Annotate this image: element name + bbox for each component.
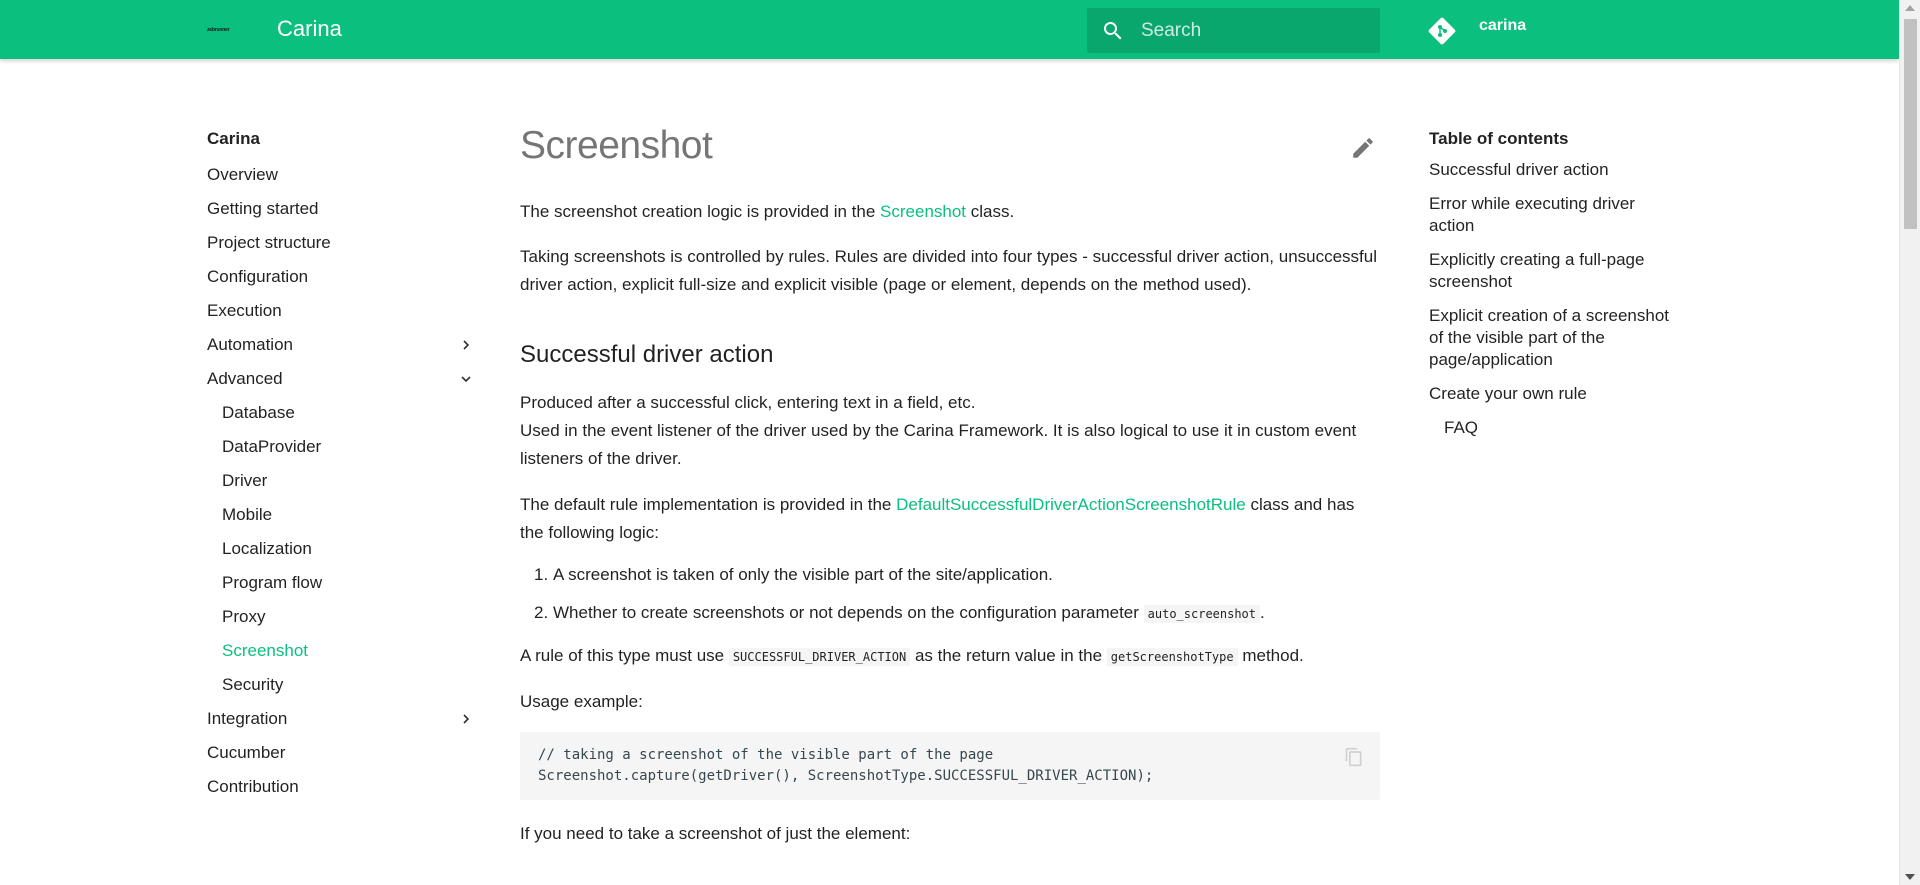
inline-code-get-screenshot-type: getScreenshotType [1106,648,1238,666]
element-paragraph: If you need to take a screenshot of just… [520,824,911,843]
code-content[interactable]: // taking a screenshot of the visible pa… [520,732,1380,800]
nav-item-localization[interactable]: Localization [207,532,472,566]
chevron-down-icon[interactable] [460,373,472,385]
toc-item-error-driver-action[interactable]: Error while executing driver action [1429,187,1684,243]
page-scrollbar[interactable] [1899,0,1920,885]
nav-title: Carina [207,129,260,148]
rule-type-text: A rule of this type must use [520,646,729,665]
logic-list: 1. A screenshot is taken of only the vis… [520,561,1380,637]
toc-item-full-page-screenshot[interactable]: Explicitly creating a full-page screensh… [1429,243,1684,299]
search-box[interactable] [1087,8,1380,53]
nav-item-dataprovider[interactable]: DataProvider [207,430,472,464]
table-of-contents: Table of contents Successful driver acti… [1429,124,1684,445]
default-rule-paragraph: The default rule implementation is provi… [520,491,1380,547]
list-text: Whether to create screenshots or not dep… [553,603,1144,622]
nav-item-label: Automation [207,335,293,354]
produced-line-2: Used in the event listener of the driver… [520,421,1357,468]
inline-code-auto-screenshot: auto_screenshot [1143,605,1261,623]
toc-item-visible-part-screenshot[interactable]: Explicit creation of a screenshot of the… [1429,299,1684,377]
git-icon [1428,17,1456,45]
nav-item-database[interactable]: Database [207,396,472,430]
nav-item-contribution[interactable]: Contribution [207,770,472,804]
inline-code-successful-driver-action: SUCCESSFUL_DRIVER_ACTION [728,648,911,666]
rule-type-paragraph: A rule of this type must use SUCCESSFUL_… [520,642,1380,671]
usage-label: Usage example: [520,692,643,711]
site-title[interactable]: Carina [277,15,342,43]
code-line: Screenshot.capture(getDriver(), Screensh… [538,768,1154,784]
site-logo[interactable]: zebrunner [207,25,235,35]
nav-item-cucumber[interactable]: Cucumber [207,736,472,770]
nav-item-label: Integration [207,709,288,728]
nav-item-program-flow[interactable]: Program flow [207,566,472,600]
intro-text: The screenshot creation logic is provide… [520,202,881,221]
nav-item-driver[interactable]: Driver [207,464,472,498]
page-title: Screenshot [520,124,713,167]
nav-item-automation[interactable]: Automation [207,328,472,362]
nav-item-proxy[interactable]: Proxy [207,600,472,634]
code-line: // taking a screenshot of the visible pa… [538,747,994,763]
toc-title: Table of contents [1429,129,1569,148]
nav-item-label: Advanced [207,369,283,388]
default-rule-text: The default rule implementation is provi… [520,495,897,514]
scrollbar-thumb[interactable] [1904,19,1917,229]
produced-paragraph: Produced after a successful click, enter… [520,389,1380,473]
toc-item-create-own-rule[interactable]: Create your own rule [1429,377,1684,411]
nav-item-overview[interactable]: Overview [207,158,472,192]
default-rule-class-link[interactable]: DefaultSuccessfulDriverActionScreenshotR… [896,495,1246,514]
list-text: . [1260,603,1265,622]
main-content: Screenshot The screenshot creation logic… [520,118,1380,848]
list-number: 2. [534,603,549,622]
list-item: 1. A screenshot is taken of only the vis… [520,561,1380,599]
nav-item-configuration[interactable]: Configuration [207,260,472,294]
nav-item-integration[interactable]: Integration [207,702,472,736]
nav-item-screenshot[interactable]: Screenshot [207,634,472,668]
nav-item-execution[interactable]: Execution [207,294,472,328]
nav-item-project-structure[interactable]: Project structure [207,226,472,260]
screenshot-class-link[interactable]: Screenshot [880,202,966,221]
chevron-right-icon[interactable] [460,339,472,351]
section-heading-successful-driver-action: Successful driver action [520,341,774,368]
repo-name[interactable]: carina [1479,17,1526,35]
chevron-right-icon[interactable] [460,713,472,725]
scroll-up-arrow-icon[interactable] [1905,5,1915,11]
rule-type-text: method. [1237,646,1304,665]
list-text: A screenshot is taken of only the visibl… [553,565,1053,584]
rules-paragraph: Taking screenshots is controlled by rule… [520,247,1378,294]
top-header: zebrunner Carina carina [0,0,1899,59]
search-icon[interactable] [1101,19,1125,43]
list-number: 1. [534,565,549,584]
nav-item-security[interactable]: Security [207,668,472,702]
nav-item-mobile[interactable]: Mobile [207,498,472,532]
rule-type-text: as the return value in the [910,646,1107,665]
copy-icon[interactable] [1344,746,1364,768]
code-block: // taking a screenshot of the visible pa… [520,732,1380,800]
toc-item-successful-driver-action[interactable]: Successful driver action [1429,158,1684,187]
nav-item-advanced[interactable]: Advanced [207,362,472,396]
toc-item-faq[interactable]: FAQ [1429,411,1684,445]
intro-text: class. [966,202,1015,221]
primary-navigation: Carina Overview Getting started Project … [207,124,472,804]
intro-paragraph: The screenshot creation logic is provide… [520,198,1380,226]
list-item: 2. Whether to create screenshots or not … [520,599,1380,637]
produced-line-1: Produced after a successful click, enter… [520,393,976,412]
scroll-down-arrow-icon[interactable] [1905,874,1915,880]
nav-item-getting-started[interactable]: Getting started [207,192,472,226]
search-input[interactable] [1141,8,1371,53]
